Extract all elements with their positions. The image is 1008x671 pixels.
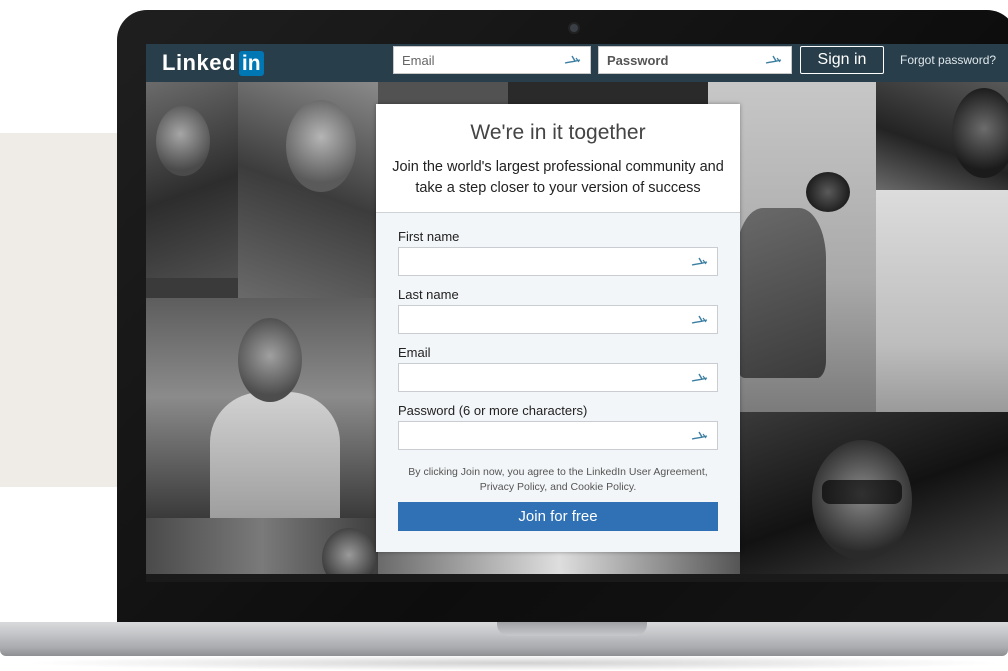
- person-figure: [322, 528, 376, 580]
- legal-notice-line: Privacy Policy, and Cookie Policy.: [479, 481, 637, 493]
- background-photo: [146, 278, 238, 298]
- first-name-field[interactable]: [398, 247, 718, 276]
- person-figure: [952, 88, 1008, 178]
- glasses-figure: [822, 480, 902, 504]
- person-figure: [238, 318, 302, 402]
- forgot-password-link[interactable]: Forgot password?: [900, 53, 996, 67]
- password-input[interactable]: [405, 422, 685, 449]
- email-label: Email: [398, 345, 431, 360]
- last-name-label: Last name: [398, 287, 459, 302]
- first-name-label: First name: [398, 229, 460, 244]
- signup-subtitle: Join the world's largest professional co…: [384, 157, 732, 199]
- logo-badge: in: [238, 50, 264, 76]
- legal-notice: By clicking Join now, you agree to the L…: [386, 465, 730, 495]
- linkedin-logo[interactable]: Linked in: [162, 50, 264, 76]
- signup-card-header: We're in it together Join the world's la…: [376, 104, 740, 213]
- last-name-input[interactable]: [405, 306, 685, 333]
- screen-bottom-edge: [146, 574, 1008, 582]
- password-manager-key-icon[interactable]: [765, 53, 783, 67]
- password-manager-key-icon[interactable]: [691, 429, 709, 443]
- header-password-input[interactable]: [607, 47, 759, 73]
- laptop-base-notch: [497, 622, 647, 636]
- person-figure: [156, 106, 210, 176]
- person-figure: [736, 208, 826, 378]
- sign-in-button[interactable]: Sign in: [800, 46, 884, 74]
- password-manager-key-icon[interactable]: [691, 371, 709, 385]
- email-input[interactable]: [405, 364, 685, 391]
- logo-text: Linked: [162, 50, 236, 75]
- signup-card: We're in it together Join the world's la…: [376, 104, 740, 552]
- password-manager-key-icon[interactable]: [564, 53, 582, 67]
- last-name-field[interactable]: [398, 305, 718, 334]
- header-password-field[interactable]: [598, 46, 792, 74]
- background-photo: [876, 190, 1008, 412]
- laptop-shadow: [20, 655, 1008, 671]
- person-figure: [286, 100, 356, 192]
- password-field[interactable]: [398, 421, 718, 450]
- password-label: Password (6 or more characters): [398, 403, 588, 418]
- header-email-field[interactable]: [393, 46, 591, 74]
- legal-notice-line: By clicking Join now, you agree to the L…: [408, 466, 708, 478]
- email-field[interactable]: [398, 363, 718, 392]
- person-figure: [806, 172, 850, 212]
- join-for-free-button[interactable]: Join for free: [398, 502, 718, 531]
- first-name-input[interactable]: [405, 248, 685, 275]
- password-manager-key-icon[interactable]: [691, 313, 709, 327]
- camera-icon: [570, 24, 578, 32]
- signup-title: We're in it together: [470, 121, 646, 144]
- top-navbar: Linked in Sign in Forgot password?: [146, 44, 1008, 82]
- laptop-screen: Linked in Sign in Forgot password? We're: [146, 44, 1008, 580]
- signup-subtitle-line: take a step closer to your version of su…: [415, 180, 701, 196]
- background-panel: [0, 133, 124, 487]
- person-figure: [210, 392, 340, 518]
- signup-subtitle-line: Join the world's largest professional co…: [392, 159, 724, 175]
- password-manager-key-icon[interactable]: [691, 255, 709, 269]
- header-email-input[interactable]: [402, 47, 558, 73]
